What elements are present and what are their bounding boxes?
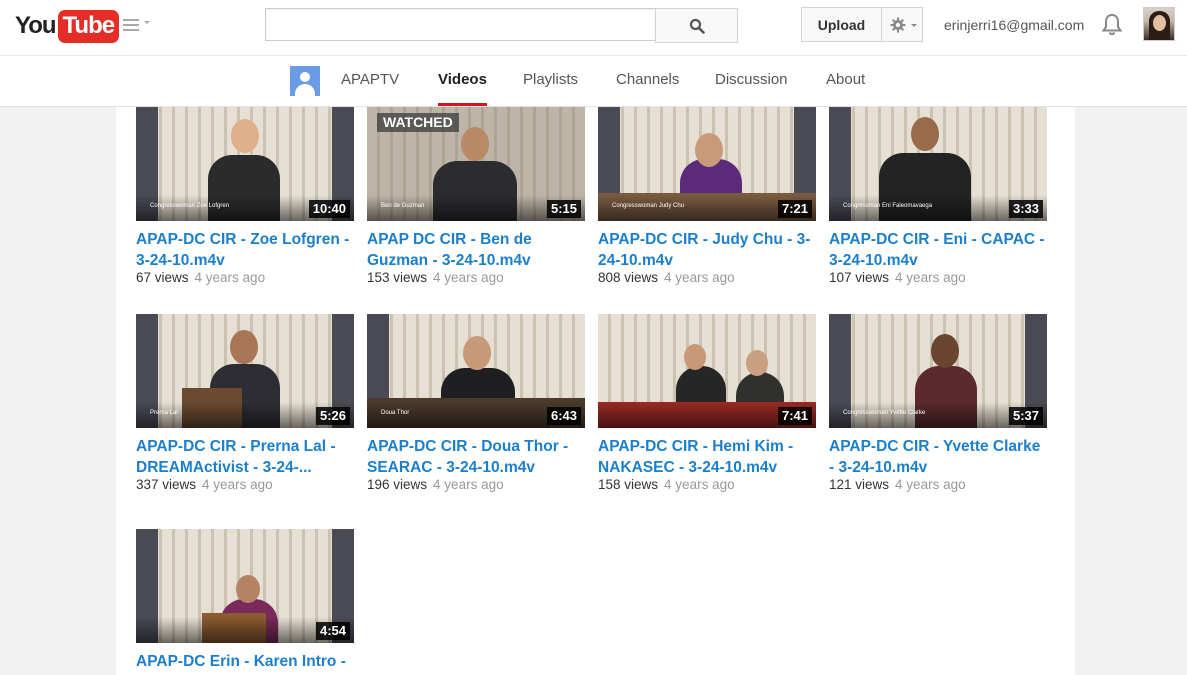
video-thumbnail[interactable]: 4:54 [136,529,354,643]
view-count: 121 views [829,477,890,492]
video-card[interactable]: 4:54 APAP-DC Erin - Karen Intro - [136,529,356,672]
video-duration: 4:54 [315,622,350,640]
channel-nav: APAPTV Videos Playlists Channels Discuss… [0,56,1187,107]
view-count: 153 views [367,270,428,285]
upload-age: 4 years ago [202,477,273,492]
video-card[interactable]: Congresswoman Judy Chu 7:21 APAP-DC CIR … [598,107,818,285]
watched-badge: WATCHED [377,113,459,132]
video-meta: 107 views 4 years ago [829,270,1049,285]
video-card[interactable]: 7:41 APAP-DC CIR - Hemi Kim - NAKASEC - … [598,314,818,492]
view-count: 196 views [367,477,428,492]
channel-avatar[interactable] [290,66,320,96]
upload-age: 4 years ago [895,270,966,285]
upload-age: 4 years ago [433,477,504,492]
video-thumbnail[interactable]: Prerna Lal 5:26 [136,314,354,428]
view-count: 808 views [598,270,659,285]
video-grid: Congresswoman Zoe Lofgren 10:40 APAP-DC … [116,107,1075,675]
settings-button[interactable] [881,7,923,42]
upload-age: 4 years ago [433,270,504,285]
video-meta: 121 views 4 years ago [829,477,1049,492]
video-title-link[interactable]: APAP-DC Erin - Karen Intro - [136,651,354,672]
bell-icon [1101,13,1123,36]
video-meta: 196 views 4 years ago [367,477,587,492]
video-duration: 7:41 [777,407,812,425]
video-title-link[interactable]: APAP-DC CIR - Hemi Kim - NAKASEC - 3-24-… [598,436,816,478]
view-count: 67 views [136,270,189,285]
avatar[interactable] [1143,7,1175,41]
video-thumbnail[interactable]: Congressman Eni Faleomavaega 3:33 [829,107,1047,221]
upload-age: 4 years ago [664,477,735,492]
tab-about[interactable]: About [826,71,865,106]
video-title-link[interactable]: APAP-DC CIR - Doua Thor - SEARAC - 3-24-… [367,436,585,478]
search-icon [689,18,705,34]
youtube-logo[interactable]: You Tube [15,8,120,44]
video-title-link[interactable]: APAP-DC CIR - Yvette Clarke - 3-24-10.m4… [829,436,1047,478]
video-duration: 7:21 [777,200,812,218]
upload-age: 4 years ago [895,477,966,492]
upload-age: 4 years ago [664,270,735,285]
video-card[interactable]: Congresswoman Yvette Clarke 5:37 APAP-DC… [829,314,1049,492]
video-title-link[interactable]: APAP DC CIR - Ben de Guzman - 3-24-10.m4… [367,229,585,271]
video-title-link[interactable]: APAP-DC CIR - Zoe Lofgren - 3-24-10.m4v [136,229,354,271]
thumbnail-caption: Congressman Eni Faleomavaega [843,203,933,209]
video-card[interactable]: Congressman Eni Faleomavaega 3:33 APAP-D… [829,107,1049,285]
notifications-button[interactable] [1101,13,1123,42]
video-card[interactable]: Ben de Guzman WATCHED 5:15 APAP DC CIR -… [367,107,587,285]
video-meta: 337 views 4 years ago [136,477,356,492]
thumbnail-caption: Doua Thor [381,410,410,416]
video-duration: 6:43 [546,407,581,425]
video-card[interactable]: Doua Thor 6:43 APAP-DC CIR - Doua Thor -… [367,314,587,492]
search-button[interactable] [655,8,738,43]
chevron-down-icon [911,24,917,27]
video-meta: 808 views 4 years ago [598,270,818,285]
upload-button[interactable]: Upload [801,7,882,42]
video-thumbnail[interactable]: 7:41 [598,314,816,428]
video-thumbnail[interactable]: Doua Thor 6:43 [367,314,585,428]
video-thumbnail[interactable]: Congresswoman Zoe Lofgren 10:40 [136,107,354,221]
account-email[interactable]: erinjerri16@gmail.com [944,17,1084,33]
video-title-link[interactable]: APAP-DC CIR - Judy Chu - 3-24-10.m4v [598,229,816,271]
masthead: You Tube Upload erinjerri16@gmail.com [0,0,1187,56]
video-card[interactable]: Prerna Lal 5:26 APAP-DC CIR - Prerna Lal… [136,314,356,492]
upload-age: 4 years ago [194,270,266,285]
thumbnail-caption: Ben de Guzman [381,203,425,209]
video-meta: 67 views 4 years ago [136,270,356,285]
video-thumbnail[interactable]: Congresswoman Judy Chu 7:21 [598,107,816,221]
tab-channels[interactable]: Channels [616,71,679,106]
tab-discussion[interactable]: Discussion [715,71,788,106]
video-thumbnail[interactable]: Ben de Guzman WATCHED 5:15 [367,107,585,221]
video-meta: 158 views 4 years ago [598,477,818,492]
logo-tube-text: Tube [57,9,120,43]
video-duration: 5:26 [315,407,350,425]
video-meta: 153 views 4 years ago [367,270,587,285]
gear-icon [890,17,906,33]
guide-menu-button[interactable] [123,16,153,34]
thumbnail-caption: Congresswoman Zoe Lofgren [150,203,230,209]
thumbnail-caption: Congresswoman Judy Chu [612,203,685,209]
chevron-down-icon [144,21,150,24]
thumbnail-caption: Congresswoman Yvette Clarke [843,410,926,416]
tab-playlists[interactable]: Playlists [523,71,578,106]
video-thumbnail[interactable]: Congresswoman Yvette Clarke 5:37 [829,314,1047,428]
view-count: 337 views [136,477,197,492]
logo-you-text: You [15,12,57,39]
channel-name-link[interactable]: APAPTV [341,71,399,106]
video-title-link[interactable]: APAP-DC CIR - Prerna Lal - DREAMActivist… [136,436,354,478]
video-title-link[interactable]: APAP-DC CIR - Eni - CAPAC - 3-24-10.m4v [829,229,1047,271]
video-duration: 3:33 [1008,200,1043,218]
search-input[interactable] [265,8,655,41]
video-duration: 5:15 [546,200,581,218]
video-card[interactable]: Congresswoman Zoe Lofgren 10:40 APAP-DC … [136,107,356,285]
view-count: 158 views [598,477,659,492]
tab-videos[interactable]: Videos [438,71,487,106]
view-count: 107 views [829,270,890,285]
video-duration: 5:37 [1008,407,1043,425]
thumbnail-caption: Prerna Lal [150,410,178,416]
video-duration: 10:40 [308,200,350,218]
